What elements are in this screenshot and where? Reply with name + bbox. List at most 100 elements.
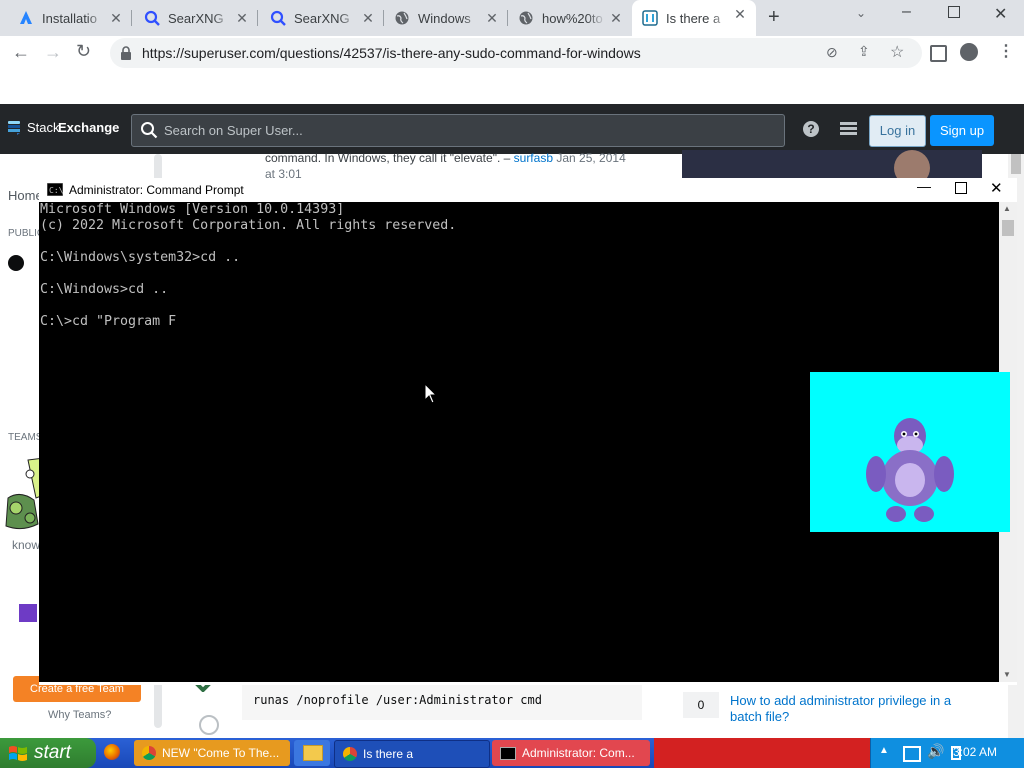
tab-close-icon[interactable]: ✕: [108, 10, 124, 27]
side-panel-icon[interactable]: [930, 45, 947, 62]
search-icon: [141, 122, 158, 139]
why-teams-link[interactable]: Why Teams?: [48, 709, 111, 721]
globe-icon: [518, 10, 534, 26]
browser-toolbar: ← → ↻ https://superuser.com/questions/42…: [0, 36, 1024, 70]
teams-badge: [19, 604, 37, 622]
window-close-icon[interactable]: ✕: [994, 4, 1007, 24]
scroll-up-arrow-icon[interactable]: ▲: [1003, 204, 1011, 213]
taskbar-item-chrome[interactable]: NEW "Come To The...: [134, 740, 290, 766]
address-bar[interactable]: https://superuser.com/questions/42537/is…: [110, 38, 922, 68]
logo-stack-text: Stack: [27, 120, 60, 135]
taskbar-item-label: Administrator: Com...: [522, 746, 635, 760]
share-icon[interactable]: ⇪: [858, 43, 870, 60]
cmd-scroll-thumb[interactable]: [1002, 220, 1014, 236]
cmd-titlebar[interactable]: C:\ Administrator: Command Prompt — ✕: [39, 178, 1017, 202]
profile-avatar-icon[interactable]: [960, 43, 978, 61]
tab-label: Is there a: [666, 10, 721, 26]
kebab-menu-icon[interactable]: ⋮: [998, 41, 1014, 61]
tab-installation[interactable]: Installatio ✕: [8, 4, 132, 32]
code-line: runas /noprofile /user:Administrator cmd: [253, 693, 542, 707]
chrome-icon: [343, 747, 357, 761]
svg-text:C:\: C:\: [49, 186, 63, 195]
related-score: 0: [683, 692, 719, 718]
sidebar-teams-heading: TEAMS: [8, 432, 43, 443]
start-button[interactable]: start: [0, 738, 96, 768]
taskbar-empty-space: [654, 738, 870, 768]
chrome-icon: [142, 746, 156, 760]
tab-searxng-2[interactable]: SearXNG ✕: [260, 4, 384, 32]
scroll-down-arrow-icon[interactable]: ▼: [1003, 670, 1011, 679]
volume-icon[interactable]: 🔊: [927, 743, 944, 760]
cmd-icon: C:\: [47, 183, 63, 196]
page-blank-space: [0, 70, 1024, 104]
sidebar-teams-text: know: [12, 538, 41, 552]
new-tab-plus-icon[interactable]: +: [768, 6, 780, 29]
tab-label: Windows: [418, 10, 471, 26]
eye-slash-icon[interactable]: ⊘: [826, 44, 838, 61]
forward-icon[interactable]: →: [44, 42, 62, 63]
console-line: (c) 2022 Microsoft Corporation. All righ…: [40, 218, 457, 233]
bonzibuddy-overlay[interactable]: [810, 372, 1010, 532]
globe-icon: [394, 10, 410, 26]
minimize-icon[interactable]: –: [902, 3, 911, 21]
sidebar-home[interactable]: Home: [8, 188, 43, 203]
stackexchange-topbar: Stack Exchange Search on Super User... ?…: [0, 104, 1024, 154]
network-icon[interactable]: [903, 746, 921, 762]
taskbar-item-label: Is there a: [363, 747, 414, 761]
taskbar-item-chrome-active[interactable]: Is there a: [334, 740, 490, 768]
restore-icon[interactable]: [948, 6, 960, 18]
related-question-link[interactable]: How to add administrator privilege in a …: [730, 693, 970, 725]
console-line: Microsoft Windows [Version 10.0.14393]: [40, 202, 345, 217]
bonzibuddy-gorilla-image: [866, 418, 954, 522]
url-text: https://superuser.com/questions/42537/is…: [142, 45, 641, 61]
search-icon: [144, 10, 160, 26]
reload-icon[interactable]: ↻: [76, 41, 91, 62]
cmd-minimize-icon[interactable]: —: [917, 178, 931, 194]
console-line: C:\Windows>cd ..: [40, 282, 169, 297]
tab-label: SearXNG: [168, 10, 224, 26]
system-tray: ▲ 🔊 3:02 AM: [870, 738, 1024, 768]
cmd-icon: [500, 746, 516, 760]
tab-close-icon[interactable]: ✕: [732, 6, 748, 23]
tab-close-icon[interactable]: ✕: [608, 10, 624, 27]
tab-close-icon[interactable]: ✕: [360, 10, 376, 27]
browser-tab-strip: Installatio ✕ SearXNG ✕ SearXNG ✕ Window…: [0, 0, 1024, 36]
back-icon[interactable]: ←: [12, 42, 30, 63]
firefox-icon[interactable]: [104, 744, 120, 760]
tab-is-there-a[interactable]: Is there a ✕: [632, 0, 756, 36]
signup-button[interactable]: Sign up: [930, 115, 994, 146]
console-line: C:\Windows\system32>cd ..: [40, 250, 241, 265]
tab-label: Installatio: [42, 10, 97, 26]
logo-exchange-text: Exchange: [58, 120, 120, 135]
tab-close-icon[interactable]: ✕: [484, 10, 500, 27]
globe-icon: [8, 255, 24, 271]
start-label: start: [34, 742, 71, 763]
search-icon: [270, 10, 286, 26]
taskbar-item-explorer[interactable]: [294, 740, 330, 766]
tab-close-icon[interactable]: ✕: [234, 10, 250, 27]
stackexchange-logo[interactable]: Stack Exchange: [8, 120, 119, 140]
tab-search-chevron-icon[interactable]: ⌄: [856, 6, 866, 20]
taskbar-item-cmd[interactable]: Administrator: Com...: [492, 740, 650, 766]
site-switcher-icon[interactable]: [840, 122, 857, 135]
atlassian-icon: [18, 10, 34, 26]
tab-windows[interactable]: Windows ✕: [384, 4, 508, 32]
history-icon[interactable]: [199, 715, 219, 735]
help-icon[interactable]: ?: [803, 121, 819, 137]
cmd-close-icon[interactable]: ✕: [990, 179, 1003, 197]
bookmark-star-icon[interactable]: ☆: [890, 42, 904, 62]
taskbar-item-label: NEW "Come To The...: [162, 746, 280, 760]
tray-expand-arrow-icon[interactable]: ▲: [879, 745, 889, 756]
clock[interactable]: 3:02 AM: [953, 745, 997, 759]
cmd-maximize-icon[interactable]: [955, 182, 967, 194]
windows-flag-icon: [9, 746, 27, 761]
folder-icon: [303, 745, 323, 761]
tab-howto[interactable]: how%20to ✕: [508, 4, 632, 32]
comment-text: command. In Windows, they call it "eleva…: [265, 151, 626, 165]
cmd-title-text: Administrator: Command Prompt: [69, 183, 244, 197]
console-line: C:\>cd "Program F: [40, 314, 177, 329]
login-button[interactable]: Log in: [869, 115, 926, 147]
search-input[interactable]: Search on Super User...: [131, 114, 785, 147]
tab-searxng-1[interactable]: SearXNG ✕: [134, 4, 258, 32]
